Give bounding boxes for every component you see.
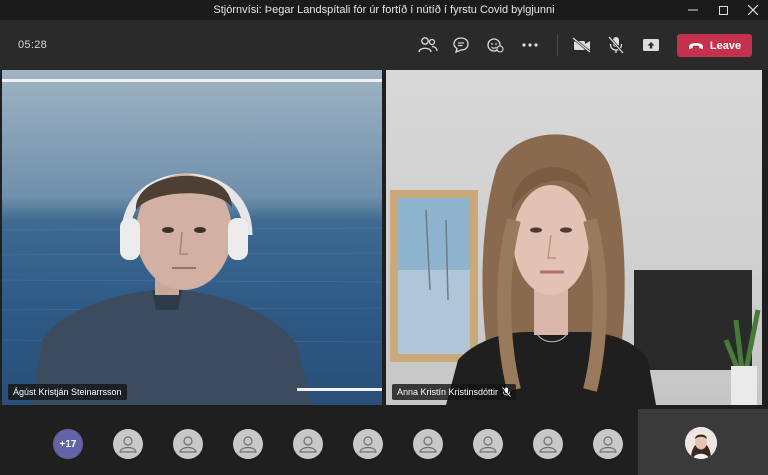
participant-name-tag-left: Ágúst Kristján Steinarrsson	[8, 384, 127, 400]
maximize-icon	[718, 5, 728, 15]
participant-avatar[interactable]	[413, 429, 443, 459]
participant-video-right	[390, 134, 761, 405]
self-avatar-photo	[685, 427, 717, 459]
close-button[interactable]	[738, 0, 768, 20]
video-tile-right[interactable]: Anna Kristín Kristinsdóttir	[386, 70, 762, 405]
participant-avatar[interactable]	[113, 429, 143, 459]
teams-meeting-window: Stjórnvísi: Þegar Landspítali fór úr for…	[0, 0, 768, 475]
mic-toggle-button[interactable]	[604, 34, 628, 56]
meeting-timer: 05:28	[18, 39, 48, 51]
person-icon	[359, 436, 377, 453]
minimize-button[interactable]	[678, 0, 708, 20]
participant-avatar[interactable]	[173, 429, 203, 459]
chat-icon	[453, 37, 469, 54]
participant-name-right: Anna Kristín Kristinsdóttir	[397, 387, 499, 397]
participant-avatar[interactable]	[233, 429, 263, 459]
person-icon	[419, 436, 437, 453]
more-icon	[522, 43, 538, 47]
participant-avatar[interactable]	[593, 429, 623, 459]
toolbar-divider	[557, 34, 558, 56]
mic-off-icon	[608, 36, 624, 54]
meeting-toolbar: 05:28 Leave	[0, 20, 768, 70]
people-icon	[418, 37, 438, 53]
participant-name-tag-right: Anna Kristín Kristinsdóttir	[392, 384, 517, 400]
participant-video-left	[2, 79, 382, 405]
title-bar: Stjórnvísi: Þegar Landspítali fór úr for…	[0, 0, 768, 20]
leave-button[interactable]: Leave	[677, 34, 752, 57]
person-icon	[119, 436, 137, 453]
person-icon	[179, 436, 197, 453]
person-icon	[299, 436, 317, 453]
self-avatar	[685, 427, 717, 459]
leave-label: Leave	[709, 39, 742, 52]
maximize-button[interactable]	[708, 0, 738, 20]
self-view-panel[interactable]	[638, 409, 768, 475]
camera-toggle-button[interactable]	[570, 34, 594, 56]
participant-avatar[interactable]	[533, 429, 563, 459]
reactions-icon	[487, 38, 504, 53]
camera-off-icon	[572, 37, 591, 53]
more-actions-button[interactable]	[518, 34, 542, 56]
person-icon	[239, 436, 257, 453]
minimize-icon	[688, 9, 698, 11]
participants-button[interactable]	[416, 34, 440, 56]
participant-avatar[interactable]	[473, 429, 503, 459]
person-icon	[539, 436, 557, 453]
participant-avatar[interactable]	[293, 429, 323, 459]
reactions-button[interactable]	[483, 34, 507, 56]
phone-hangup-icon	[688, 42, 703, 49]
person-icon	[599, 436, 617, 453]
more-participants-badge[interactable]: +17	[53, 429, 83, 459]
share-icon	[643, 39, 659, 51]
video-tile-left[interactable]: Ágúst Kristján Steinarrsson	[2, 70, 382, 405]
participant-avatar[interactable]	[353, 429, 383, 459]
mic-off-icon	[502, 387, 511, 397]
chat-button[interactable]	[449, 34, 473, 56]
window-title: Stjórnvísi: Þegar Landspítali fór úr for…	[213, 4, 555, 16]
person-icon	[479, 436, 497, 453]
participant-strip: +17	[0, 407, 768, 475]
share-screen-button[interactable]	[639, 34, 663, 56]
close-icon	[748, 5, 758, 15]
participant-name-left: Ágúst Kristján Steinarrsson	[13, 387, 122, 397]
